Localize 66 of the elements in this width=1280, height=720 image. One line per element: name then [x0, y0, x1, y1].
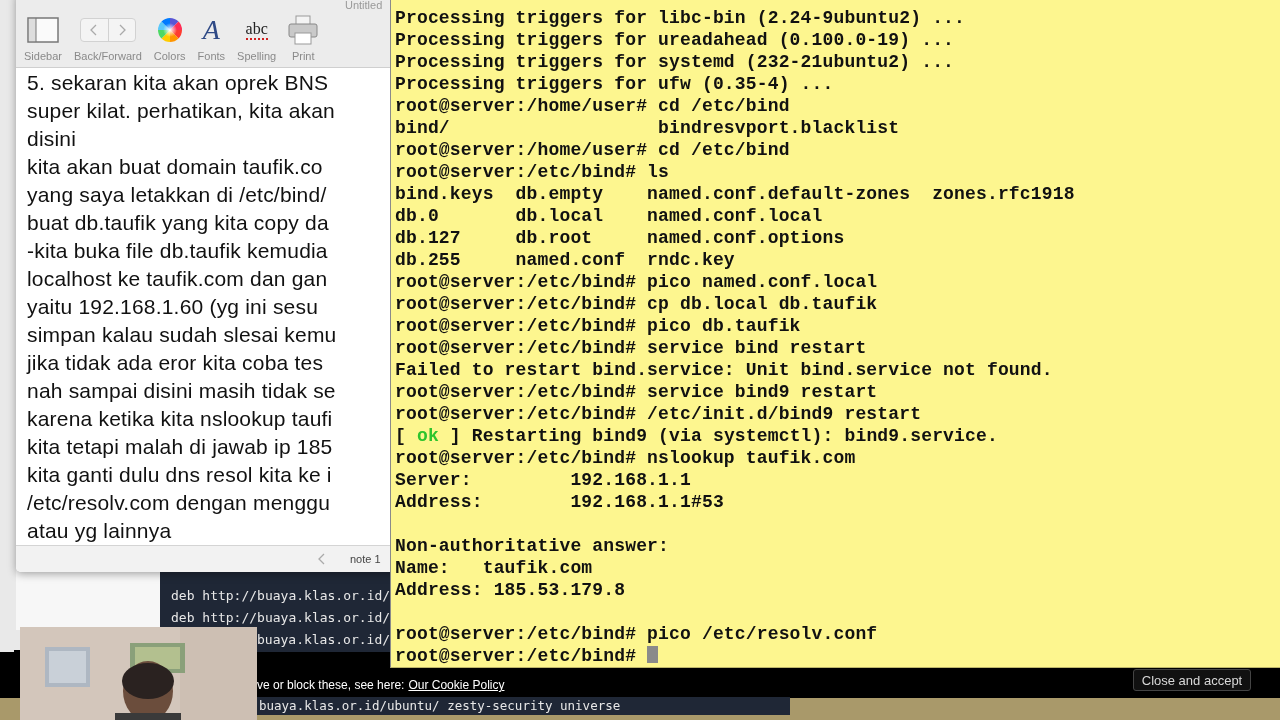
terminal-line: root@server:/etc/bind# pico named.conf.local — [395, 271, 878, 293]
terminal-line: db.255 named.conf rndc.key — [395, 249, 735, 271]
terminal-line: Processing triggers for ureadahead (0.100.0-19) ... — [395, 29, 955, 51]
terminal-line: Processing triggers for libc-bin (2.24-9ubuntu2) ... — [395, 7, 965, 29]
toolbar-label: Back/Forward — [73, 50, 142, 62]
code-line: deb http://buaya.klas.or.id/ — [171, 609, 391, 627]
terminal-line: Non-authoritative answer: — [395, 535, 670, 557]
text-line: disini — [27, 126, 77, 152]
back-icon — [90, 24, 99, 36]
toolbar-label: Print — [291, 50, 315, 62]
terminal-line: root@server:/etc/bind# cp db.local db.taufik — [395, 293, 878, 315]
cookie-notice-text: ve or block these, see here: — [257, 678, 405, 692]
chevron-left-icon[interactable] — [318, 553, 326, 565]
text-line: localhost ke taufik.com dan gan — [27, 266, 328, 292]
terminal-line: root@server:/etc/bind# ls — [395, 161, 670, 183]
text-line: simpan kalau sudah slesai kemu — [27, 322, 337, 348]
terminal-line: [ ok ] Restarting bind9 (via systemctl): bind9.service. — [395, 425, 998, 447]
cookie-policy-link[interactable]: Our Cookie Policy — [408, 678, 505, 692]
text-line: kita akan buat domain taufik.co — [27, 154, 323, 180]
text-line: /etc/resolv.com dengan menggu — [27, 490, 331, 516]
printer-icon[interactable] — [288, 15, 319, 45]
text-line: yang saya letakkan di /etc/bind/ — [27, 182, 327, 208]
toolbar-label: Colors — [153, 50, 186, 62]
toolbar-label: Sidebar — [24, 50, 62, 62]
text-line: yaitu 192.168.1.60 (yg ini sesu — [27, 294, 319, 320]
text-line: karena ketika kita nslookup taufi — [27, 406, 333, 432]
terminal-line: root@server:/etc/bind# nslookup taufik.com — [395, 447, 856, 469]
terminal-line: root@server:/etc/bind# pico /etc/resolv.conf — [395, 623, 878, 645]
code-line: buaya.klas.or.id/ — [257, 631, 391, 649]
fonts-icon[interactable]: A — [202, 14, 220, 46]
forward-icon — [117, 24, 126, 36]
toolbar-label: Fonts — [197, 50, 226, 62]
text-line: jika tidak ada eror kita coba tes — [27, 350, 324, 376]
color-wheel-icon[interactable] — [156, 17, 183, 43]
terminal-line: Name: taufik.com — [395, 557, 593, 579]
text-line: nah sampai disini masih tidak se — [27, 378, 336, 404]
text-line: kita ganti dulu dns resol kita ke i — [27, 462, 332, 488]
terminal-line: Processing triggers for ufw (0.35-4) ... — [395, 73, 834, 95]
terminal-line: root@server:/home/user# cd /etc/bind — [395, 95, 790, 117]
code-line: deb http://buaya.klas.or.id/ — [171, 587, 391, 605]
terminal-line: root@server:/etc/bind# service bind9 restart — [395, 381, 878, 403]
text-line: -kita buka file db.taufik kemudia — [27, 238, 328, 264]
window-title: Untitled — [345, 0, 383, 11]
terminal-line: bind.keys db.empty named.conf.default-zones zones.rfc1918 — [395, 183, 1075, 205]
terminal-line: root@server:/etc/bind# pico db.taufik — [395, 315, 801, 337]
terminal-line: root@server:/etc/bind# /etc/init.d/bind9 restart — [395, 403, 922, 425]
terminal-line: Address: 185.53.179.8 — [395, 579, 626, 601]
toolbar-label: Spelling — [237, 50, 277, 62]
text-line: kita tetapi malah di jawab ip 185 — [27, 434, 333, 460]
terminal-line: Failed to restart bind.service: Unit bind.service not found. — [395, 359, 1053, 381]
terminal-line: root@server:/etc/bind# service bind restart — [395, 337, 867, 359]
text-line: buat db.taufik yang kita copy da — [27, 210, 329, 236]
sidebar-icon[interactable] — [26, 17, 59, 43]
terminal-line: Address: 192.168.1.1#53 — [395, 491, 724, 513]
terminal-line: Processing triggers for systemd (232-21ubuntu2) ... — [395, 51, 955, 73]
terminal-line: root@server:/etc/bind# — [395, 645, 659, 667]
terminal-line: bind/ bindresvport.blacklist — [395, 117, 900, 139]
terminal-line: db.127 db.root named.conf.options — [395, 227, 845, 249]
terminal-line: root@server:/home/user# cd /etc/bind — [395, 139, 790, 161]
status-label: note 1 — [350, 553, 381, 565]
text-line: atau yg lainnya — [27, 518, 172, 544]
terminal-line: db.0 db.local named.conf.local — [395, 205, 823, 227]
text-line: super kilat. perhatikan, kita akan — [27, 98, 335, 124]
close-and-accept-button[interactable]: Close and accept — [1133, 669, 1251, 691]
terminal-line: Server: 192.168.1.1 — [395, 469, 691, 491]
text-line: 5. sekaran kita akan oprek BNS — [27, 70, 329, 96]
